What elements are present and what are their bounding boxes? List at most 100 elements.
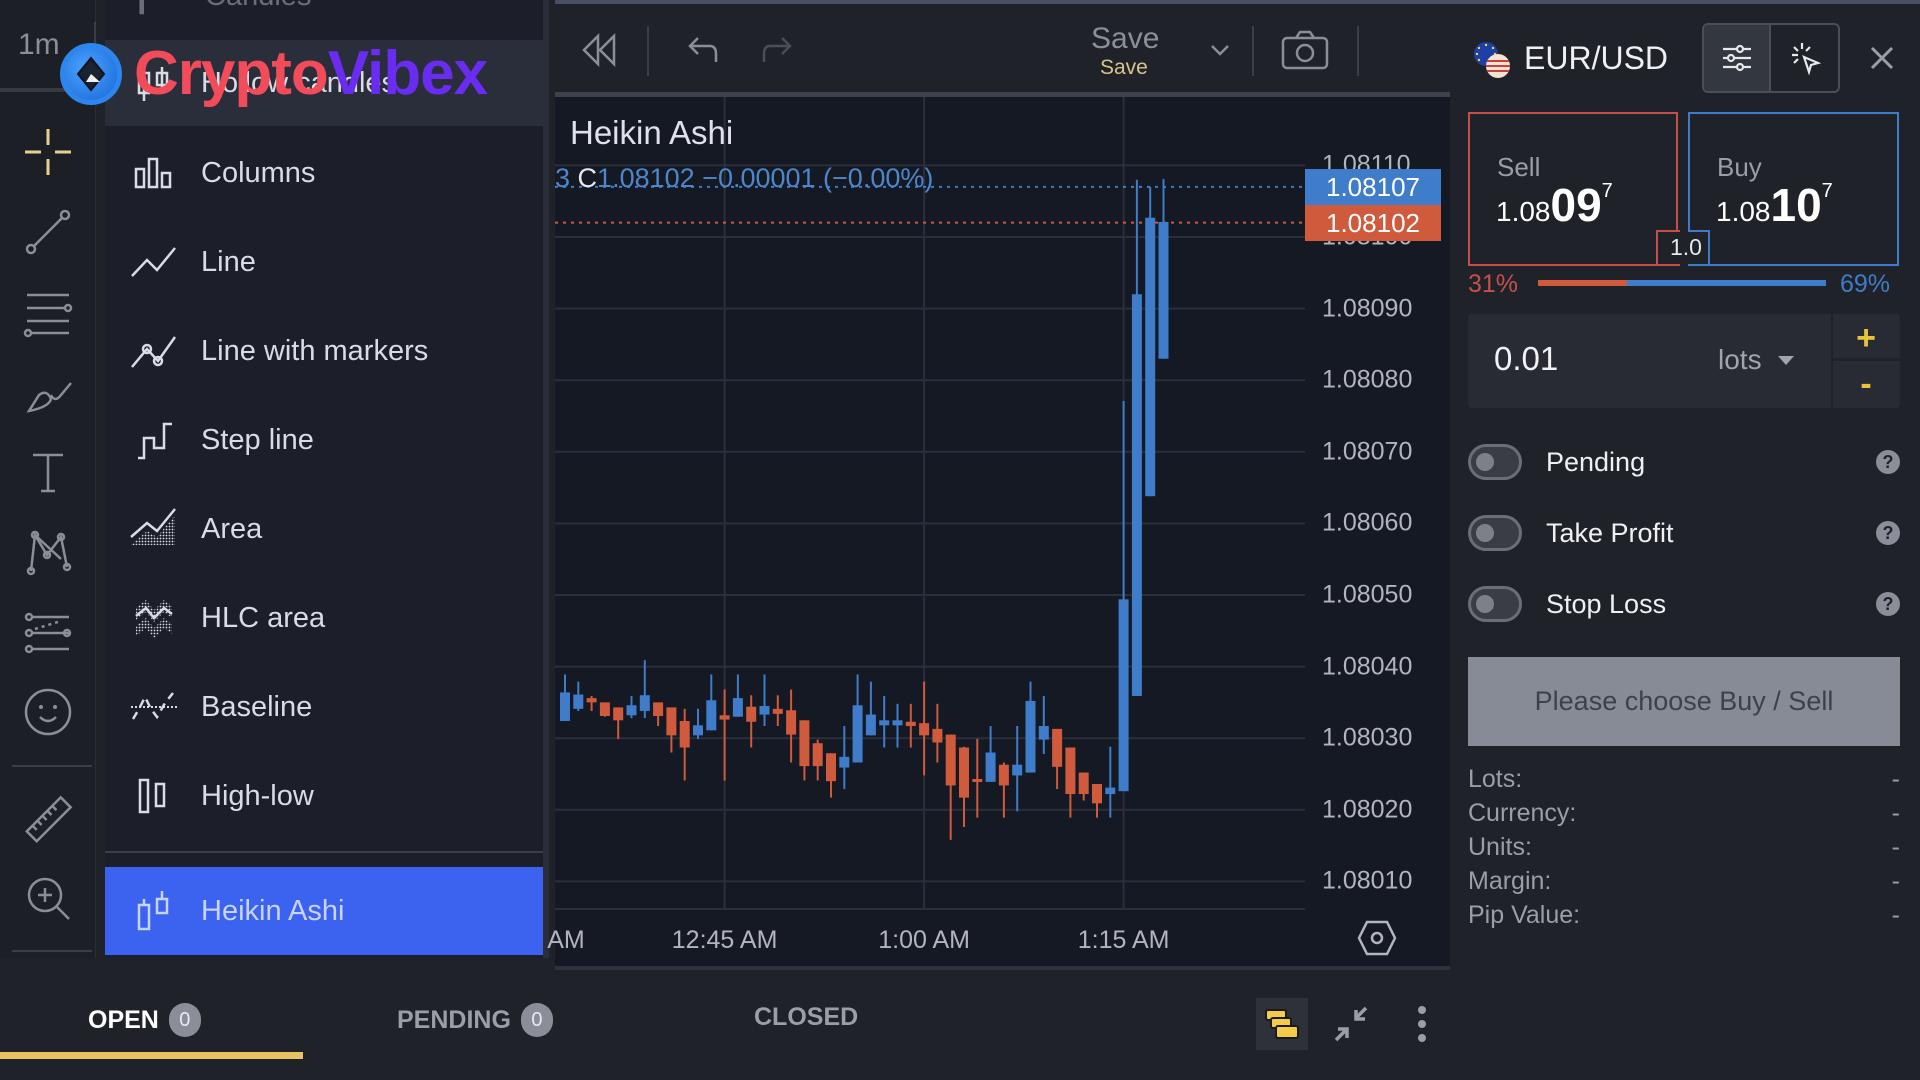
chart-settings-button[interactable] <box>1357 918 1397 958</box>
positions-view-button[interactable] <box>1256 998 1308 1050</box>
menu-item-line-with-markers[interactable]: Line with markers <box>105 308 543 394</box>
one-click-trading-button[interactable] <box>1771 25 1838 91</box>
menu-item-area[interactable]: Area <box>105 486 543 572</box>
crosshair-tool[interactable] <box>18 122 78 182</box>
candle-body <box>1131 294 1142 696</box>
tab-open[interactable]: OPEN 0 <box>88 1003 201 1037</box>
lot-unit-select[interactable]: lots <box>1718 344 1762 376</box>
brush-icon <box>26 382 72 413</box>
menu-item-baseline[interactable]: Baseline <box>105 664 543 750</box>
close-panel-button[interactable] <box>1864 40 1900 76</box>
buy-price-fraction: 7 <box>1821 180 1833 202</box>
pattern-tool[interactable] <box>18 522 78 582</box>
price-axis-label: 1.08070 <box>1322 437 1413 466</box>
help-icon[interactable]: ? <box>1876 450 1900 474</box>
toggle-label: Take Profit <box>1546 517 1674 548</box>
candle-body <box>1038 726 1049 740</box>
divider <box>1833 358 1900 361</box>
sentiment-bar-sell-fill <box>1538 280 1628 286</box>
divider <box>12 950 92 952</box>
help-icon[interactable]: ? <box>1876 592 1900 616</box>
price-axis-label: 1.08090 <box>1322 294 1413 323</box>
legend-close-value: 1.08102 <box>597 163 695 193</box>
candle-body <box>719 715 730 720</box>
menu-item-high-low[interactable]: High-low <box>105 753 543 839</box>
sentiment-sell-percent: 31% <box>1468 270 1519 298</box>
ruler-tool[interactable] <box>18 790 78 850</box>
tab-closed[interactable]: CLOSED <box>754 1003 858 1032</box>
buy-price-pips: 10 <box>1770 179 1822 231</box>
high-low-icon <box>127 769 181 823</box>
prediction-icon <box>24 612 72 654</box>
sentiment-bar <box>1538 280 1826 286</box>
stop-loss-toggle[interactable] <box>1468 586 1522 622</box>
sell-price-prefix: 1.08 <box>1496 196 1551 227</box>
candle-body <box>653 702 664 717</box>
info-value: - <box>1891 799 1900 827</box>
sell-button-edge <box>1676 112 1678 232</box>
positions-bar <box>0 970 1450 1080</box>
prediction-tool[interactable] <box>18 602 78 662</box>
pattern-icon <box>26 530 72 576</box>
brush-tool[interactable] <box>18 362 78 422</box>
info-row-margin: Margin: - <box>1468 867 1900 899</box>
take-profit-toggle[interactable] <box>1468 515 1522 551</box>
emoji-tool[interactable] <box>18 682 78 742</box>
time-axis-label: AM <box>547 926 585 954</box>
save-dropdown-button[interactable] <box>1205 22 1235 78</box>
divider <box>1252 26 1254 76</box>
menu-item-hollow-candles[interactable]: Hollow candles <box>105 40 543 126</box>
collapse-button[interactable] <box>1330 1002 1374 1046</box>
interval-selector[interactable]: 1m <box>18 28 60 62</box>
menu-item-hlc-area[interactable]: HLC area <box>105 575 543 661</box>
order-settings-button[interactable] <box>1704 25 1771 91</box>
tab-pending[interactable]: PENDING 0 <box>397 1003 553 1037</box>
legend-close-letter: C <box>577 163 598 193</box>
screenshot-button[interactable] <box>1277 22 1333 78</box>
more-options-button[interactable] <box>1410 1002 1434 1046</box>
menu-item-heikin-ashi[interactable]: Heikin Ashi <box>105 867 543 955</box>
help-icon[interactable]: ? <box>1876 521 1900 545</box>
menu-item-line[interactable]: Line <box>105 219 543 305</box>
undo-button[interactable] <box>675 22 725 78</box>
increase-lot-button[interactable]: + <box>1836 318 1896 358</box>
divider <box>1357 26 1359 76</box>
save-button[interactable]: Save <box>1091 22 1159 56</box>
candle-body <box>892 720 903 726</box>
candle-body <box>626 705 637 716</box>
pending-toggle[interactable] <box>1468 444 1522 480</box>
more-vertical-icon <box>1418 1006 1426 1042</box>
symbol-name[interactable]: EUR/USD <box>1524 40 1668 77</box>
tab-label: CLOSED <box>754 1003 859 1031</box>
sell-price: 1.08097 <box>1496 178 1613 232</box>
trend-line-tool[interactable] <box>18 202 78 262</box>
menu-item-candles-partial[interactable]: ╋ Candles <box>105 0 543 24</box>
menu-item-step-line[interactable]: Step line <box>105 397 543 483</box>
place-order-button[interactable]: Please choose Buy / Sell <box>1468 657 1900 746</box>
info-value: - <box>1891 765 1900 793</box>
divider <box>0 88 96 92</box>
decrease-lot-button[interactable]: - <box>1836 364 1896 404</box>
zoom-in-tool[interactable] <box>18 868 78 928</box>
menu-item-label: Step line <box>201 423 314 456</box>
redo-button[interactable] <box>755 22 805 78</box>
candle-body <box>985 752 996 782</box>
info-label: Units: <box>1468 833 1532 861</box>
menu-item-columns[interactable]: Columns <box>105 130 543 216</box>
undo-icon <box>688 37 718 62</box>
candle-body <box>812 743 823 767</box>
candle-body <box>706 700 717 731</box>
fib-levels-tool[interactable] <box>18 282 78 342</box>
candle-body <box>786 710 797 735</box>
stop-loss-toggle-row: Stop Loss ? <box>1468 579 1900 629</box>
line-icon <box>127 235 181 289</box>
rewind-button[interactable] <box>575 22 625 78</box>
baseline-icon <box>127 680 181 734</box>
candle-body <box>613 707 624 721</box>
text-tool[interactable] <box>18 442 78 502</box>
panel-mode-toggle <box>1702 23 1840 93</box>
price-axis-label: 1.08080 <box>1322 365 1413 394</box>
toggle-label: Pending <box>1546 446 1646 477</box>
time-axis-label: 1:00 AM <box>878 926 970 954</box>
lot-size-value[interactable]: 0.01 <box>1494 340 1558 378</box>
